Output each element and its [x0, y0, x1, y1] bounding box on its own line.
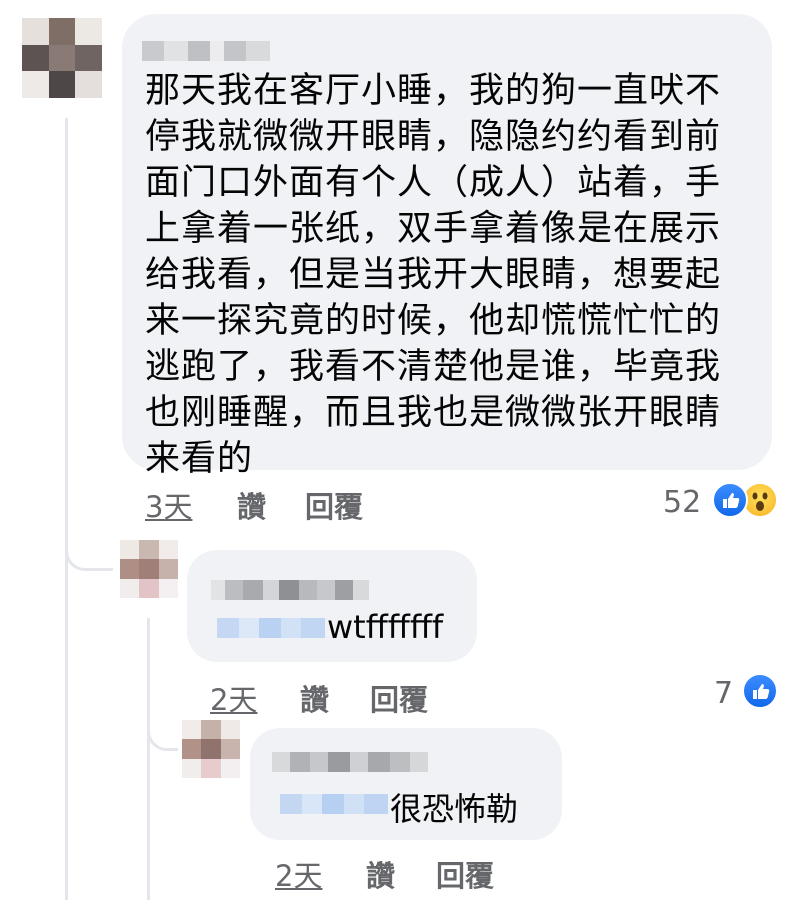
comment-reaction-count: 52	[663, 485, 702, 520]
like-icon	[712, 482, 748, 518]
comment-time[interactable]: 3天	[145, 484, 192, 526]
thread-line-main	[65, 118, 68, 900]
comment-like-button[interactable]: 讚	[237, 484, 266, 526]
like-icon	[742, 673, 778, 709]
reply-text: 很恐怖勒	[390, 790, 519, 828]
reply-reply-button[interactable]: 回覆	[370, 677, 428, 719]
reply-time[interactable]: 2天	[210, 677, 257, 719]
commenter-name-blurred[interactable]	[142, 41, 270, 61]
replier-name-blurred[interactable]	[272, 752, 428, 772]
reply-like-button[interactable]: 讚	[366, 853, 395, 895]
reply-time[interactable]: 2天	[275, 853, 322, 895]
thread-line-reply-1	[147, 618, 150, 900]
reply-like-button[interactable]: 讚	[300, 677, 329, 719]
mention-blurred[interactable]	[217, 618, 325, 638]
reply-reaction-count: 7	[714, 676, 734, 711]
replier-name-blurred[interactable]	[211, 580, 369, 600]
reply-avatar[interactable]	[182, 720, 240, 778]
reply-avatar[interactable]	[120, 540, 178, 598]
reply-reply-button[interactable]: 回覆	[436, 853, 494, 895]
comment-text: 那天我在客厅小睡，我的狗一直吠不 停我就微微开眼睛，隐隐约约看到前 面门口外面有…	[145, 71, 722, 479]
avatar[interactable]	[22, 18, 102, 98]
mention-blurred[interactable]	[280, 794, 388, 814]
reply-text: wtfffffff	[327, 608, 444, 646]
thread-connector-reply-2	[147, 712, 178, 751]
thread-connector-reply-1	[65, 520, 113, 571]
comment-reply-button[interactable]: 回覆	[305, 484, 363, 526]
